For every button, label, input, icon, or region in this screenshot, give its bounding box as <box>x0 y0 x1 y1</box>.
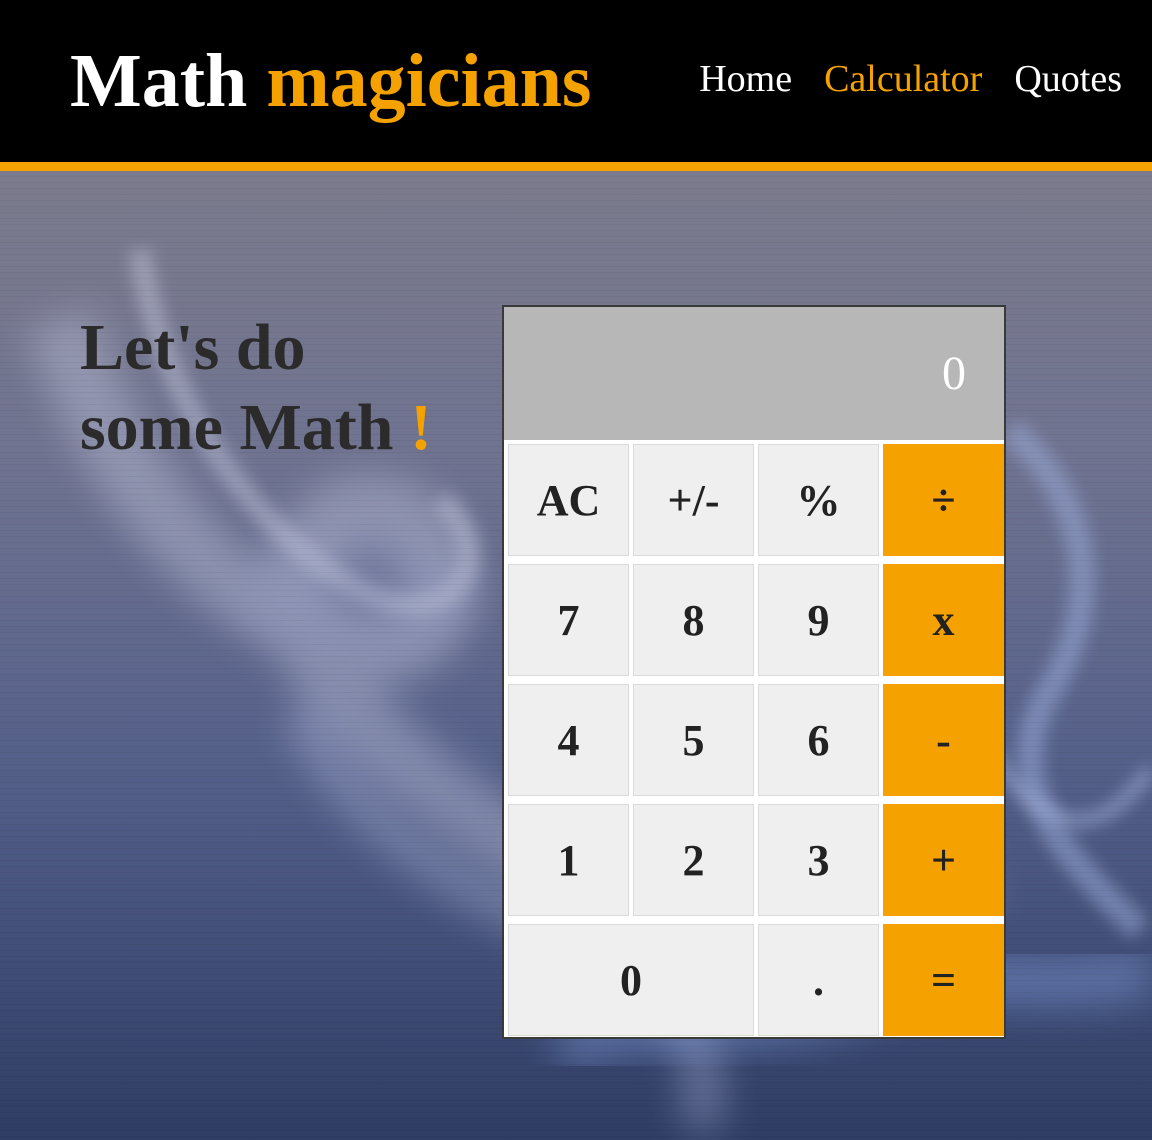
logo-math: Math <box>70 39 248 123</box>
nav-home-link[interactable]: Home <box>699 56 792 102</box>
key-2[interactable]: 2 <box>633 804 754 916</box>
key-ac[interactable]: AC <box>508 444 629 556</box>
calculator: 0 AC +/- % ÷ 7 8 9 x 4 5 6 - 1 2 3 + 0 .… <box>502 305 1006 1039</box>
key-multiply[interactable]: x <box>883 564 1004 676</box>
key-0[interactable]: 0 <box>508 924 754 1036</box>
key-divide[interactable]: ÷ <box>883 444 1004 556</box>
nav-quotes-link[interactable]: Quotes <box>1014 56 1122 102</box>
calculator-keypad: AC +/- % ÷ 7 8 9 x 4 5 6 - 1 2 3 + 0 . = <box>508 444 1004 1036</box>
key-dot[interactable]: . <box>758 924 879 1036</box>
key-plus[interactable]: + <box>883 804 1004 916</box>
key-3[interactable]: 3 <box>758 804 879 916</box>
key-9[interactable]: 9 <box>758 564 879 676</box>
main-nav: Home Calculator Quotes <box>699 56 1122 102</box>
key-7[interactable]: 7 <box>508 564 629 676</box>
key-4[interactable]: 4 <box>508 684 629 796</box>
hero-line-2-text: some Math <box>80 391 394 464</box>
hero-line-2: some Math ! <box>80 388 480 468</box>
key-1[interactable]: 1 <box>508 804 629 916</box>
key-6[interactable]: 6 <box>758 684 879 796</box>
hero-line-1: Let's do <box>80 311 306 384</box>
site-logo[interactable]: Math magicians <box>70 38 591 124</box>
key-5[interactable]: 5 <box>633 684 754 796</box>
hero-exclamation: ! <box>409 391 432 464</box>
calculator-display: 0 <box>504 307 1004 440</box>
key-percent[interactable]: % <box>758 444 879 556</box>
key-sign[interactable]: +/- <box>633 444 754 556</box>
nav-calculator-link[interactable]: Calculator <box>824 56 982 102</box>
hero-heading: Let's do some Math ! <box>80 308 480 468</box>
site-header: Math magicians Home Calculator Quotes <box>0 0 1152 171</box>
logo-magicians: magicians <box>266 39 592 123</box>
key-8[interactable]: 8 <box>633 564 754 676</box>
key-minus[interactable]: - <box>883 684 1004 796</box>
key-equals[interactable]: = <box>883 924 1004 1036</box>
